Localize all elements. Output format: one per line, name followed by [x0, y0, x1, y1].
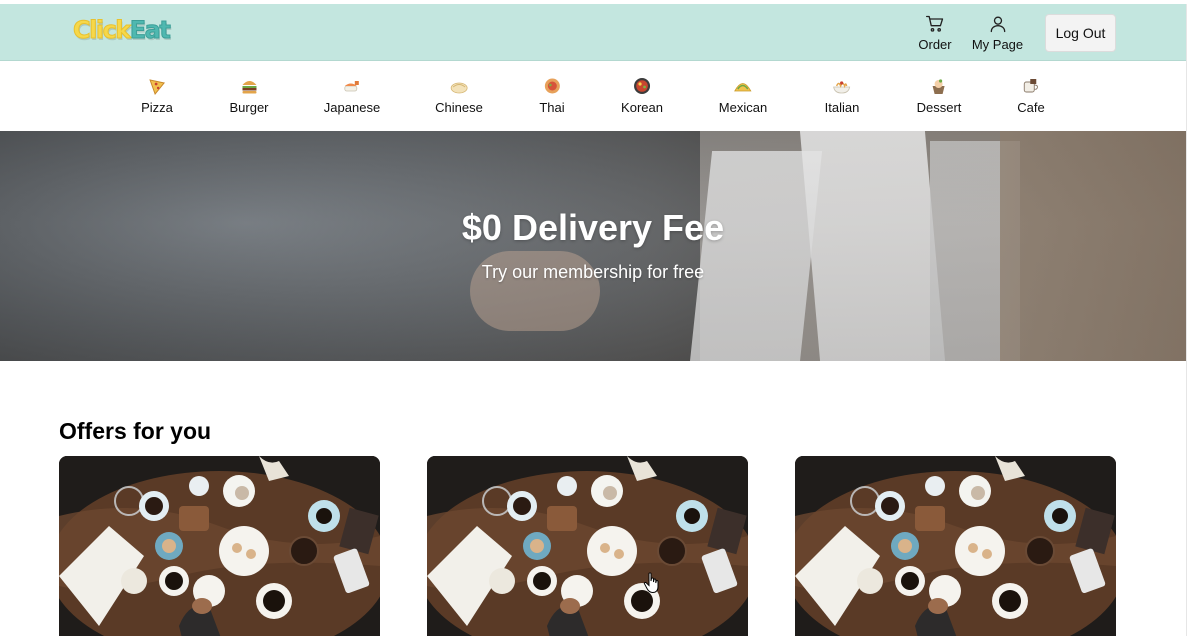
category-label: Italian: [824, 100, 860, 115]
category-thai[interactable]: Thai: [539, 76, 565, 115]
sushi-icon: [344, 81, 359, 92]
cart-icon: [926, 15, 944, 32]
category-chinese[interactable]: Chinese: [435, 76, 483, 115]
category-bar: Pizza Burger Japanese Chinese Thai Korea…: [0, 62, 1186, 131]
category-label: Burger: [229, 100, 269, 115]
category-label: Japanese: [323, 100, 381, 115]
dessert-icon: [932, 79, 945, 94]
category-dessert[interactable]: Dessert: [916, 76, 962, 115]
cafe-table-photo: [795, 456, 1116, 636]
my-page-label: My Page: [971, 37, 1024, 52]
hero-subtitle: Try our membership for free: [481, 262, 705, 282]
category-label: Thai: [539, 100, 565, 115]
pizza-icon: [149, 79, 165, 96]
category-mexican[interactable]: Mexican: [719, 76, 767, 115]
clickeat-logo[interactable]: ClickEat: [73, 15, 172, 45]
coffee-icon: [1023, 79, 1038, 93]
pasta-icon: [833, 81, 851, 94]
thai-bowl-icon: [544, 78, 560, 94]
burger-icon: [242, 81, 256, 94]
taco-icon: [734, 83, 752, 92]
category-label: Pizza: [141, 100, 173, 115]
offer-card[interactable]: [427, 456, 748, 636]
offer-card[interactable]: [59, 456, 380, 636]
category-label: Mexican: [718, 100, 768, 115]
category-label: Korean: [621, 100, 663, 115]
category-label: Dessert: [916, 100, 962, 115]
category-italian[interactable]: Italian: [824, 76, 860, 115]
dumpling-icon: [450, 82, 468, 94]
category-pizza[interactable]: Pizza: [141, 76, 173, 115]
korean-bowl-icon: [633, 78, 650, 94]
offers-title: Offers for you: [59, 418, 212, 444]
logo-click-text: Click: [73, 16, 132, 45]
my-page-link[interactable]: My Page: [970, 14, 1025, 52]
user-icon: [990, 16, 1005, 33]
top-header: ClickEat Order My Page Log Out: [0, 4, 1186, 61]
offer-card[interactable]: [795, 456, 1116, 636]
cafe-table-photo: [427, 456, 748, 636]
logo-eat-text: Eat: [129, 16, 171, 45]
order-label: Order: [918, 37, 952, 52]
category-label: Cafe: [1017, 100, 1045, 115]
logout-button[interactable]: Log Out: [1045, 14, 1116, 52]
category-japanese[interactable]: Japanese: [324, 76, 380, 115]
category-korean[interactable]: Korean: [621, 76, 663, 115]
page: ClickEat Order My Page Log Out Pizza Bur…: [0, 4, 1187, 636]
hero-banner[interactable]: $0 Delivery Fee Try our membership for f…: [0, 131, 1186, 361]
cafe-table-photo: [59, 456, 380, 636]
category-label: Chinese: [435, 100, 483, 115]
category-cafe[interactable]: Cafe: [1017, 76, 1045, 115]
hero-photo-bag: [687, 151, 823, 361]
category-burger[interactable]: Burger: [229, 76, 269, 115]
hero-title: $0 Delivery Fee: [461, 207, 725, 248]
pointer-hand-cursor-icon: [643, 572, 659, 594]
order-link[interactable]: Order: [917, 14, 953, 52]
